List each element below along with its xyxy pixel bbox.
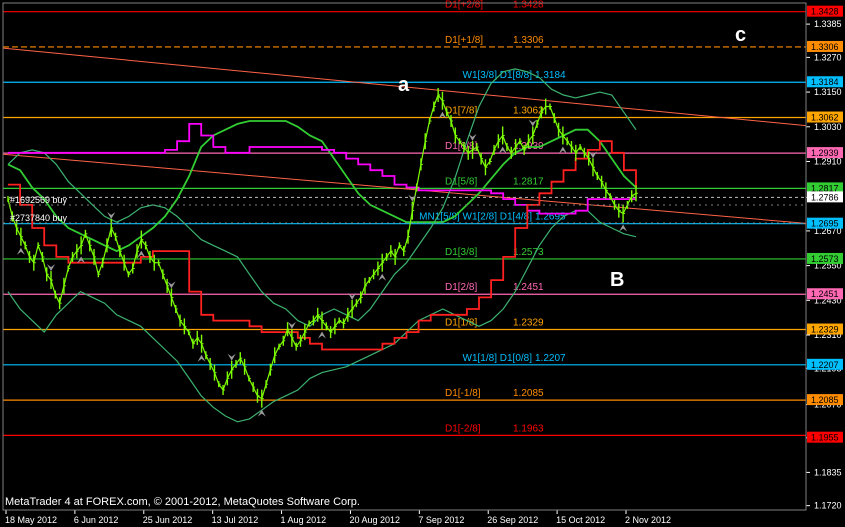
level-name: D1[-1/8]	[445, 388, 481, 399]
fractal-arrow	[197, 354, 206, 362]
fractal-arrow	[498, 146, 507, 154]
price-tag-label: 1.3306	[811, 42, 839, 52]
price-tag-label: 1.2573	[811, 254, 839, 264]
level-value: 1.2573	[513, 247, 544, 258]
level-name: MN1[5/8] W1[2/8] D1[4/8]	[419, 212, 532, 223]
level-name: D1[2/8]	[445, 282, 477, 293]
fractal-arrow	[318, 331, 326, 339]
indicator-lines	[7, 68, 637, 423]
price-tag-label: 1.2695	[811, 219, 839, 229]
fractal-arrow	[528, 119, 537, 127]
price-tag-label: 1.2939	[811, 148, 839, 158]
price-tag-label: 1.3428	[811, 7, 839, 17]
level-name: D1[-2/8]	[445, 423, 481, 434]
fractal-arrow	[619, 224, 628, 232]
fractal-arrow	[167, 281, 176, 289]
y-tick-label: 1.1720	[814, 501, 842, 511]
x-tick-label: 1 Aug 2012	[281, 515, 327, 525]
price-tag-label: 1.2207	[811, 360, 839, 370]
level-value: 1.2329	[513, 318, 544, 329]
order-label: #1692569 buy	[10, 195, 68, 205]
y-tick-label: 1.1835	[814, 467, 842, 477]
price-tag-label: 1.2085	[811, 395, 839, 405]
level-name: D1[3/8]	[445, 247, 477, 258]
level-value: 1.3184	[535, 70, 566, 81]
fractal-arrow	[227, 353, 236, 361]
fractal-arrow	[287, 321, 296, 329]
fractal-arrow	[378, 273, 387, 281]
x-tick-label: 7 Sep 2012	[418, 515, 464, 525]
fractal-arrow	[468, 133, 477, 141]
price-tag-label: 1.3062	[811, 113, 839, 123]
price-axis: 1.33851.32701.31501.30301.29101.27861.26…	[806, 5, 843, 511]
level-value: 1.3428	[513, 0, 544, 11]
price-tag-label: 1.2786	[811, 192, 839, 202]
x-tick-label: 2 Nov 2012	[625, 515, 671, 525]
murrey-levels: D1[+2/8] 1.3428 D1[+1/8] 1.3306 W1[3/8] D1[8…	[3, 0, 806, 436]
level-value: 1.3062	[513, 106, 544, 117]
x-tick-label: 25 Jun 2012	[143, 515, 193, 525]
x-tick-label: 6 Jun 2012	[74, 515, 119, 525]
fractal-arrow	[588, 151, 597, 159]
fractal-arrow	[257, 409, 266, 417]
order-label: #2737840 buy	[10, 213, 68, 223]
time-axis: 18 May 2012 6 Jun 2012 25 Jun 2012 13 Jul 2…	[5, 510, 671, 525]
level-value: 1.1963	[513, 423, 544, 434]
level-name: W1[1/8] D1[0/8]	[463, 353, 533, 364]
wave-label-b: B	[610, 269, 624, 291]
level-name: D1[7/8]	[445, 106, 477, 117]
wave-label-a: a	[398, 74, 410, 96]
copyright-text: MetaTrader 4 at FOREX.com, © 2001-2012, …	[5, 496, 360, 508]
price-tag-label: 1.2451	[811, 289, 839, 299]
level-name: D1[+2/8]	[445, 0, 483, 11]
y-tick-label: 1.3385	[814, 19, 842, 29]
x-tick-label: 18 May 2012	[5, 515, 57, 525]
x-tick-label: 13 Jul 2012	[212, 515, 259, 525]
y-tick-label: 1.3030	[814, 122, 842, 132]
y-tick-label: 1.3150	[814, 87, 842, 97]
x-tick-label: 26 Sep 2012	[487, 515, 538, 525]
price-chart[interactable]: D1[+2/8] 1.3428 D1[+1/8] 1.3306 W1[3/8] D1[8…	[0, 0, 845, 527]
price-tag-label: 1.3184	[811, 77, 839, 87]
level-value: 1.3306	[513, 35, 544, 46]
x-tick-label: 15 Oct 2012	[556, 515, 605, 525]
fractal-arrow	[16, 247, 25, 255]
price-tag-label: 1.2329	[811, 325, 839, 335]
wave-label-c: c	[735, 24, 746, 46]
level-value: 1.2085	[513, 388, 544, 399]
x-tick-label: 20 Aug 2012	[349, 515, 400, 525]
level-name: D1[+1/8]	[445, 35, 483, 46]
level-value: 1.2207	[535, 353, 566, 364]
level-value: 1.2817	[513, 176, 544, 187]
fractal-arrow	[558, 146, 567, 154]
level-name: W1[3/8] D1[8/8]	[463, 70, 533, 81]
fractal-arrows	[16, 111, 628, 417]
y-tick-label: 1.3270	[814, 52, 842, 62]
chart-window[interactable]: D1[+2/8] 1.3428 D1[+1/8] 1.3306 W1[3/8] D1[8…	[0, 0, 845, 527]
fractal-arrow	[47, 264, 56, 272]
level-name: D1[5/8]	[445, 176, 477, 187]
price-tag-label: 1.1955	[811, 433, 839, 443]
